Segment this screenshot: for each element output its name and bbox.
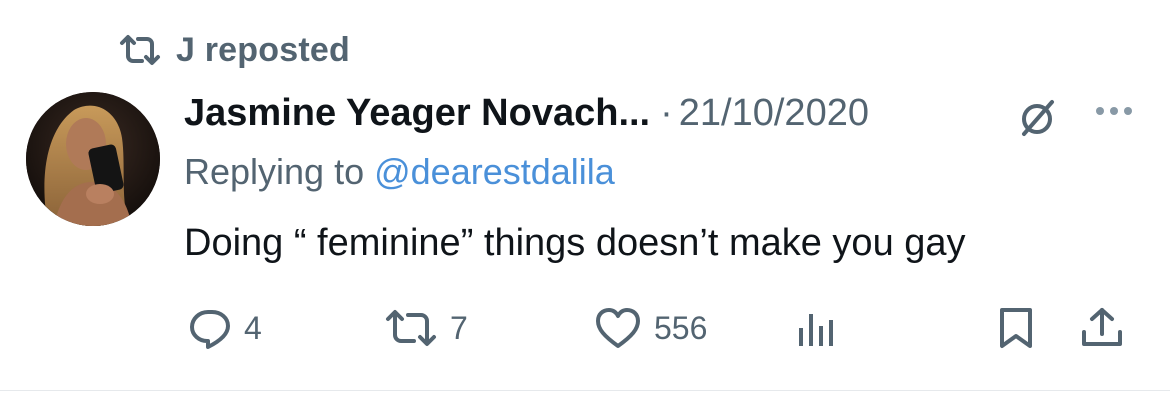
repost-label[interactable]: J reposted (176, 31, 350, 70)
share-button[interactable] (1080, 302, 1124, 354)
tweet-text: Doing “ feminine” things doesn’t make yo… (184, 222, 966, 264)
replying-to: Replying to @dearestdalila (184, 146, 615, 198)
repost-icon (384, 307, 438, 349)
reply-button[interactable]: 4 (188, 302, 262, 354)
views-button[interactable] (796, 302, 836, 354)
tweet-header: Jasmine Yeager Novach... · 21/10/2020 (184, 82, 869, 144)
repost-count: 7 (450, 309, 468, 346)
no-symbol-icon[interactable] (1014, 94, 1060, 145)
avatar[interactable] (26, 92, 160, 226)
analytics-icon (796, 306, 836, 350)
post-date[interactable]: 21/10/2020 (679, 92, 869, 135)
bookmark-button[interactable] (996, 302, 1036, 354)
repost-indicator: J reposted (118, 28, 350, 72)
reply-icon (188, 306, 232, 350)
divider (0, 390, 1170, 391)
more-options-icon[interactable] (1092, 96, 1136, 131)
replying-to-label: Replying to (184, 151, 365, 192)
repost-icon (118, 33, 162, 67)
action-bar: 4 7 556 (184, 302, 1144, 354)
tweet-card[interactable]: J reposted Jasmine Yeager Novach... · 21… (0, 0, 1170, 406)
like-button[interactable]: 556 (594, 302, 707, 354)
share-icon (1080, 306, 1124, 350)
reply-handle-link[interactable]: @dearestdalila (374, 151, 615, 193)
like-count: 556 (654, 309, 708, 346)
bookmark-icon (996, 306, 1036, 350)
reply-count: 4 (244, 309, 262, 346)
heart-icon (594, 306, 642, 350)
separator-dot: · (660, 91, 673, 134)
repost-button[interactable]: 7 (384, 302, 468, 354)
author-name[interactable]: Jasmine Yeager Novach... (184, 92, 650, 135)
